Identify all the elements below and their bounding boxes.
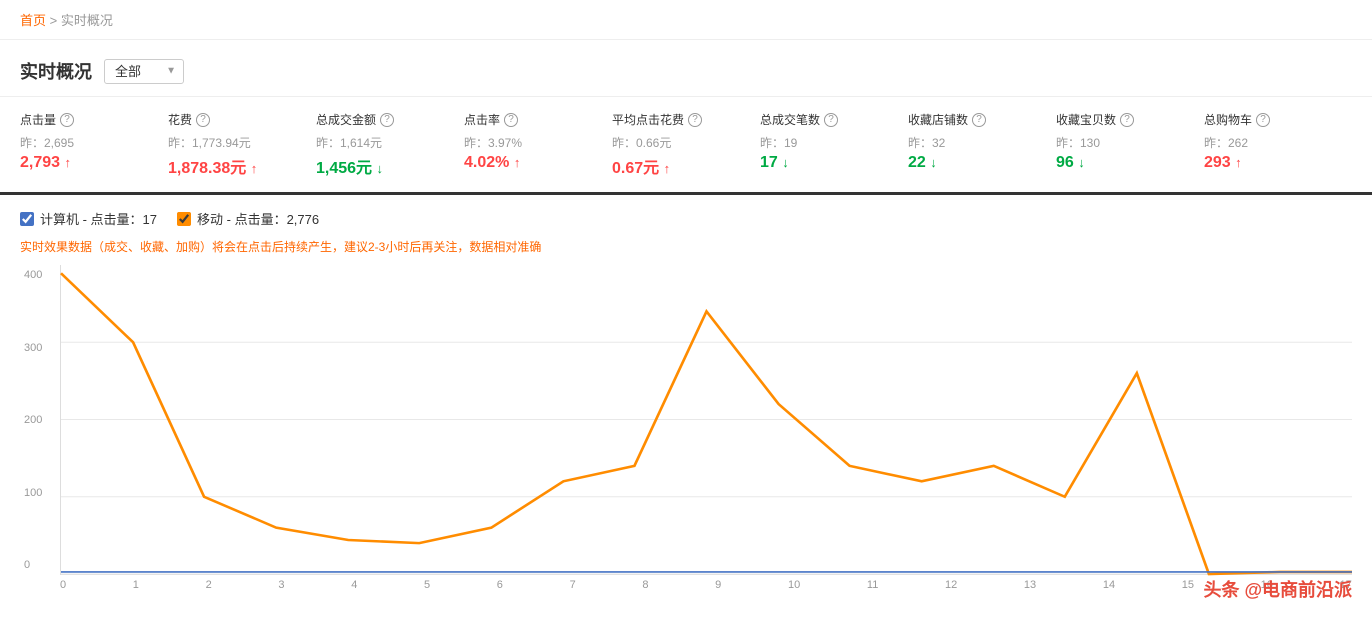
metric-yesterday-clicks: 昨：2,695 bbox=[20, 134, 152, 151]
chart-svg bbox=[61, 265, 1352, 574]
metric-ctr: 点击率 ? 昨：3.97% 4.02% bbox=[464, 111, 612, 178]
x-label-11: 11 bbox=[867, 579, 878, 591]
legend-mobile[interactable]: 移动 - 点击量：2,776 bbox=[177, 209, 319, 228]
x-label-5: 5 bbox=[424, 579, 430, 591]
metric-yesterday-cart: 昨：262 bbox=[1204, 134, 1336, 151]
y-label-300: 300 bbox=[24, 342, 42, 354]
page-title: 实时概况 bbox=[20, 58, 92, 84]
x-label-1: 1 bbox=[133, 579, 139, 591]
chart-wrapper: 0 100 200 300 400 0 1 2 3 4 5 6 7 8 9 10… bbox=[60, 265, 1352, 591]
y-label-0: 0 bbox=[24, 559, 42, 571]
metric-today-total-orders: 17 bbox=[760, 154, 892, 172]
metric-today-ctr: 4.02% bbox=[464, 154, 596, 172]
x-label-6: 6 bbox=[497, 579, 503, 591]
metric-cart: 总购物车 ? 昨：262 293 bbox=[1204, 111, 1352, 178]
page-header: 实时概况 全部 PC 移动 bbox=[0, 40, 1372, 96]
x-label-16: 16 bbox=[1261, 579, 1273, 591]
metric-yesterday-avg-cpc: 昨：0.66元 bbox=[612, 134, 744, 151]
metric-avg-cpc: 平均点击花费 ? 昨：0.66元 0.67元 bbox=[612, 111, 760, 178]
metrics-bar: 点击量 ? 昨：2,695 2,793 花费 ? 昨：1,773.94元 1,8… bbox=[0, 96, 1372, 195]
chart-notice: 实时效果数据（成交、收藏、加购）将会在点击后持续产生，建议2-3小时后再关注，数… bbox=[20, 238, 1352, 255]
metric-clicks: 点击量 ? 昨：2,695 2,793 bbox=[20, 111, 168, 178]
x-label-8: 8 bbox=[642, 579, 648, 591]
x-label-9: 9 bbox=[715, 579, 721, 591]
x-label-7: 7 bbox=[570, 579, 576, 591]
x-label-2: 2 bbox=[206, 579, 212, 591]
x-label-4: 4 bbox=[351, 579, 357, 591]
metric-today-total-amount: 1,456元 bbox=[316, 154, 448, 178]
help-icon-spend[interactable]: ? bbox=[196, 113, 210, 127]
x-label-3: 3 bbox=[278, 579, 284, 591]
metric-item-favorites: 收藏宝贝数 ? 昨：130 96 bbox=[1056, 111, 1204, 178]
metric-today-store-favorites: 22 bbox=[908, 154, 1040, 172]
chart-legend: 计算机 - 点击量：17 移动 - 点击量：2,776 bbox=[20, 209, 1352, 228]
metric-label-ctr: 点击率 ? bbox=[464, 111, 596, 128]
x-label-12: 12 bbox=[945, 579, 957, 591]
breadcrumb: 首页 > 实时概况 bbox=[0, 0, 1372, 40]
x-label-14: 14 bbox=[1103, 579, 1115, 591]
x-label-0: 0 bbox=[60, 579, 66, 591]
breadcrumb-current: 实时概况 bbox=[61, 13, 113, 28]
metric-label-total-orders: 总成交笔数 ? bbox=[760, 111, 892, 128]
help-icon-cart[interactable]: ? bbox=[1256, 113, 1270, 127]
metric-today-clicks: 2,793 bbox=[20, 154, 152, 172]
legend-mobile-label: 移动 - 点击量：2,776 bbox=[197, 209, 319, 228]
metric-label-avg-cpc: 平均点击花费 ? bbox=[612, 111, 744, 128]
metric-total-amount: 总成交金额 ? 昨：1,614元 1,456元 bbox=[316, 111, 464, 178]
legend-computer[interactable]: 计算机 - 点击量：17 bbox=[20, 209, 157, 228]
metric-today-avg-cpc: 0.67元 bbox=[612, 154, 744, 178]
x-label-13: 13 bbox=[1024, 579, 1036, 591]
metric-yesterday-item-favorites: 昨：130 bbox=[1056, 134, 1188, 151]
metric-yesterday-store-favorites: 昨：32 bbox=[908, 134, 1040, 151]
x-label-10: 10 bbox=[788, 579, 800, 591]
y-label-100: 100 bbox=[24, 487, 42, 499]
metric-label-store-favorites: 收藏店铺数 ? bbox=[908, 111, 1040, 128]
metric-today-cart: 293 bbox=[1204, 154, 1336, 172]
filter-select-wrap: 全部 PC 移动 bbox=[104, 59, 184, 84]
metric-label-item-favorites: 收藏宝贝数 ? bbox=[1056, 111, 1188, 128]
metric-yesterday-ctr: 昨：3.97% bbox=[464, 134, 596, 151]
help-icon-clicks[interactable]: ? bbox=[60, 113, 74, 127]
help-icon-total-amount[interactable]: ? bbox=[380, 113, 394, 127]
chart-section: 计算机 - 点击量：17 移动 - 点击量：2,776 实时效果数据（成交、收藏… bbox=[0, 195, 1372, 605]
metric-yesterday-total-amount: 昨：1,614元 bbox=[316, 134, 448, 151]
metric-total-orders: 总成交笔数 ? 昨：19 17 bbox=[760, 111, 908, 178]
x-label-17: 17 bbox=[1340, 579, 1352, 591]
legend-computer-label: 计算机 - 点击量：17 bbox=[40, 209, 157, 228]
help-icon-ctr[interactable]: ? bbox=[504, 113, 518, 127]
filter-select[interactable]: 全部 PC 移动 bbox=[104, 59, 184, 84]
metric-label-cart: 总购物车 ? bbox=[1204, 111, 1336, 128]
y-label-400: 400 bbox=[24, 269, 42, 281]
x-axis-labels: 0 1 2 3 4 5 6 7 8 9 10 11 12 13 14 15 16… bbox=[60, 575, 1352, 591]
metric-label-total-amount: 总成交金额 ? bbox=[316, 111, 448, 128]
help-icon-store-favorites[interactable]: ? bbox=[972, 113, 986, 127]
metric-spend: 花费 ? 昨：1,773.94元 1,878.38元 bbox=[168, 111, 316, 178]
metric-store-favorites: 收藏店铺数 ? 昨：32 22 bbox=[908, 111, 1056, 178]
metric-yesterday-spend: 昨：1,773.94元 bbox=[168, 134, 300, 151]
metric-today-spend: 1,878.38元 bbox=[168, 154, 300, 178]
breadcrumb-sep: > bbox=[50, 13, 58, 28]
help-icon-item-favorites[interactable]: ? bbox=[1120, 113, 1134, 127]
help-icon-total-orders[interactable]: ? bbox=[824, 113, 838, 127]
chart-container bbox=[60, 265, 1352, 575]
breadcrumb-home[interactable]: 首页 bbox=[20, 13, 46, 28]
legend-mobile-checkbox[interactable] bbox=[177, 212, 191, 226]
help-icon-avg-cpc[interactable]: ? bbox=[688, 113, 702, 127]
metric-today-item-favorites: 96 bbox=[1056, 154, 1188, 172]
metric-label-spend: 花费 ? bbox=[168, 111, 300, 128]
metric-label-clicks: 点击量 ? bbox=[20, 111, 152, 128]
metric-yesterday-total-orders: 昨：19 bbox=[760, 134, 892, 151]
legend-computer-checkbox[interactable] bbox=[20, 212, 34, 226]
y-label-200: 200 bbox=[24, 414, 42, 426]
x-label-15: 15 bbox=[1182, 579, 1194, 591]
